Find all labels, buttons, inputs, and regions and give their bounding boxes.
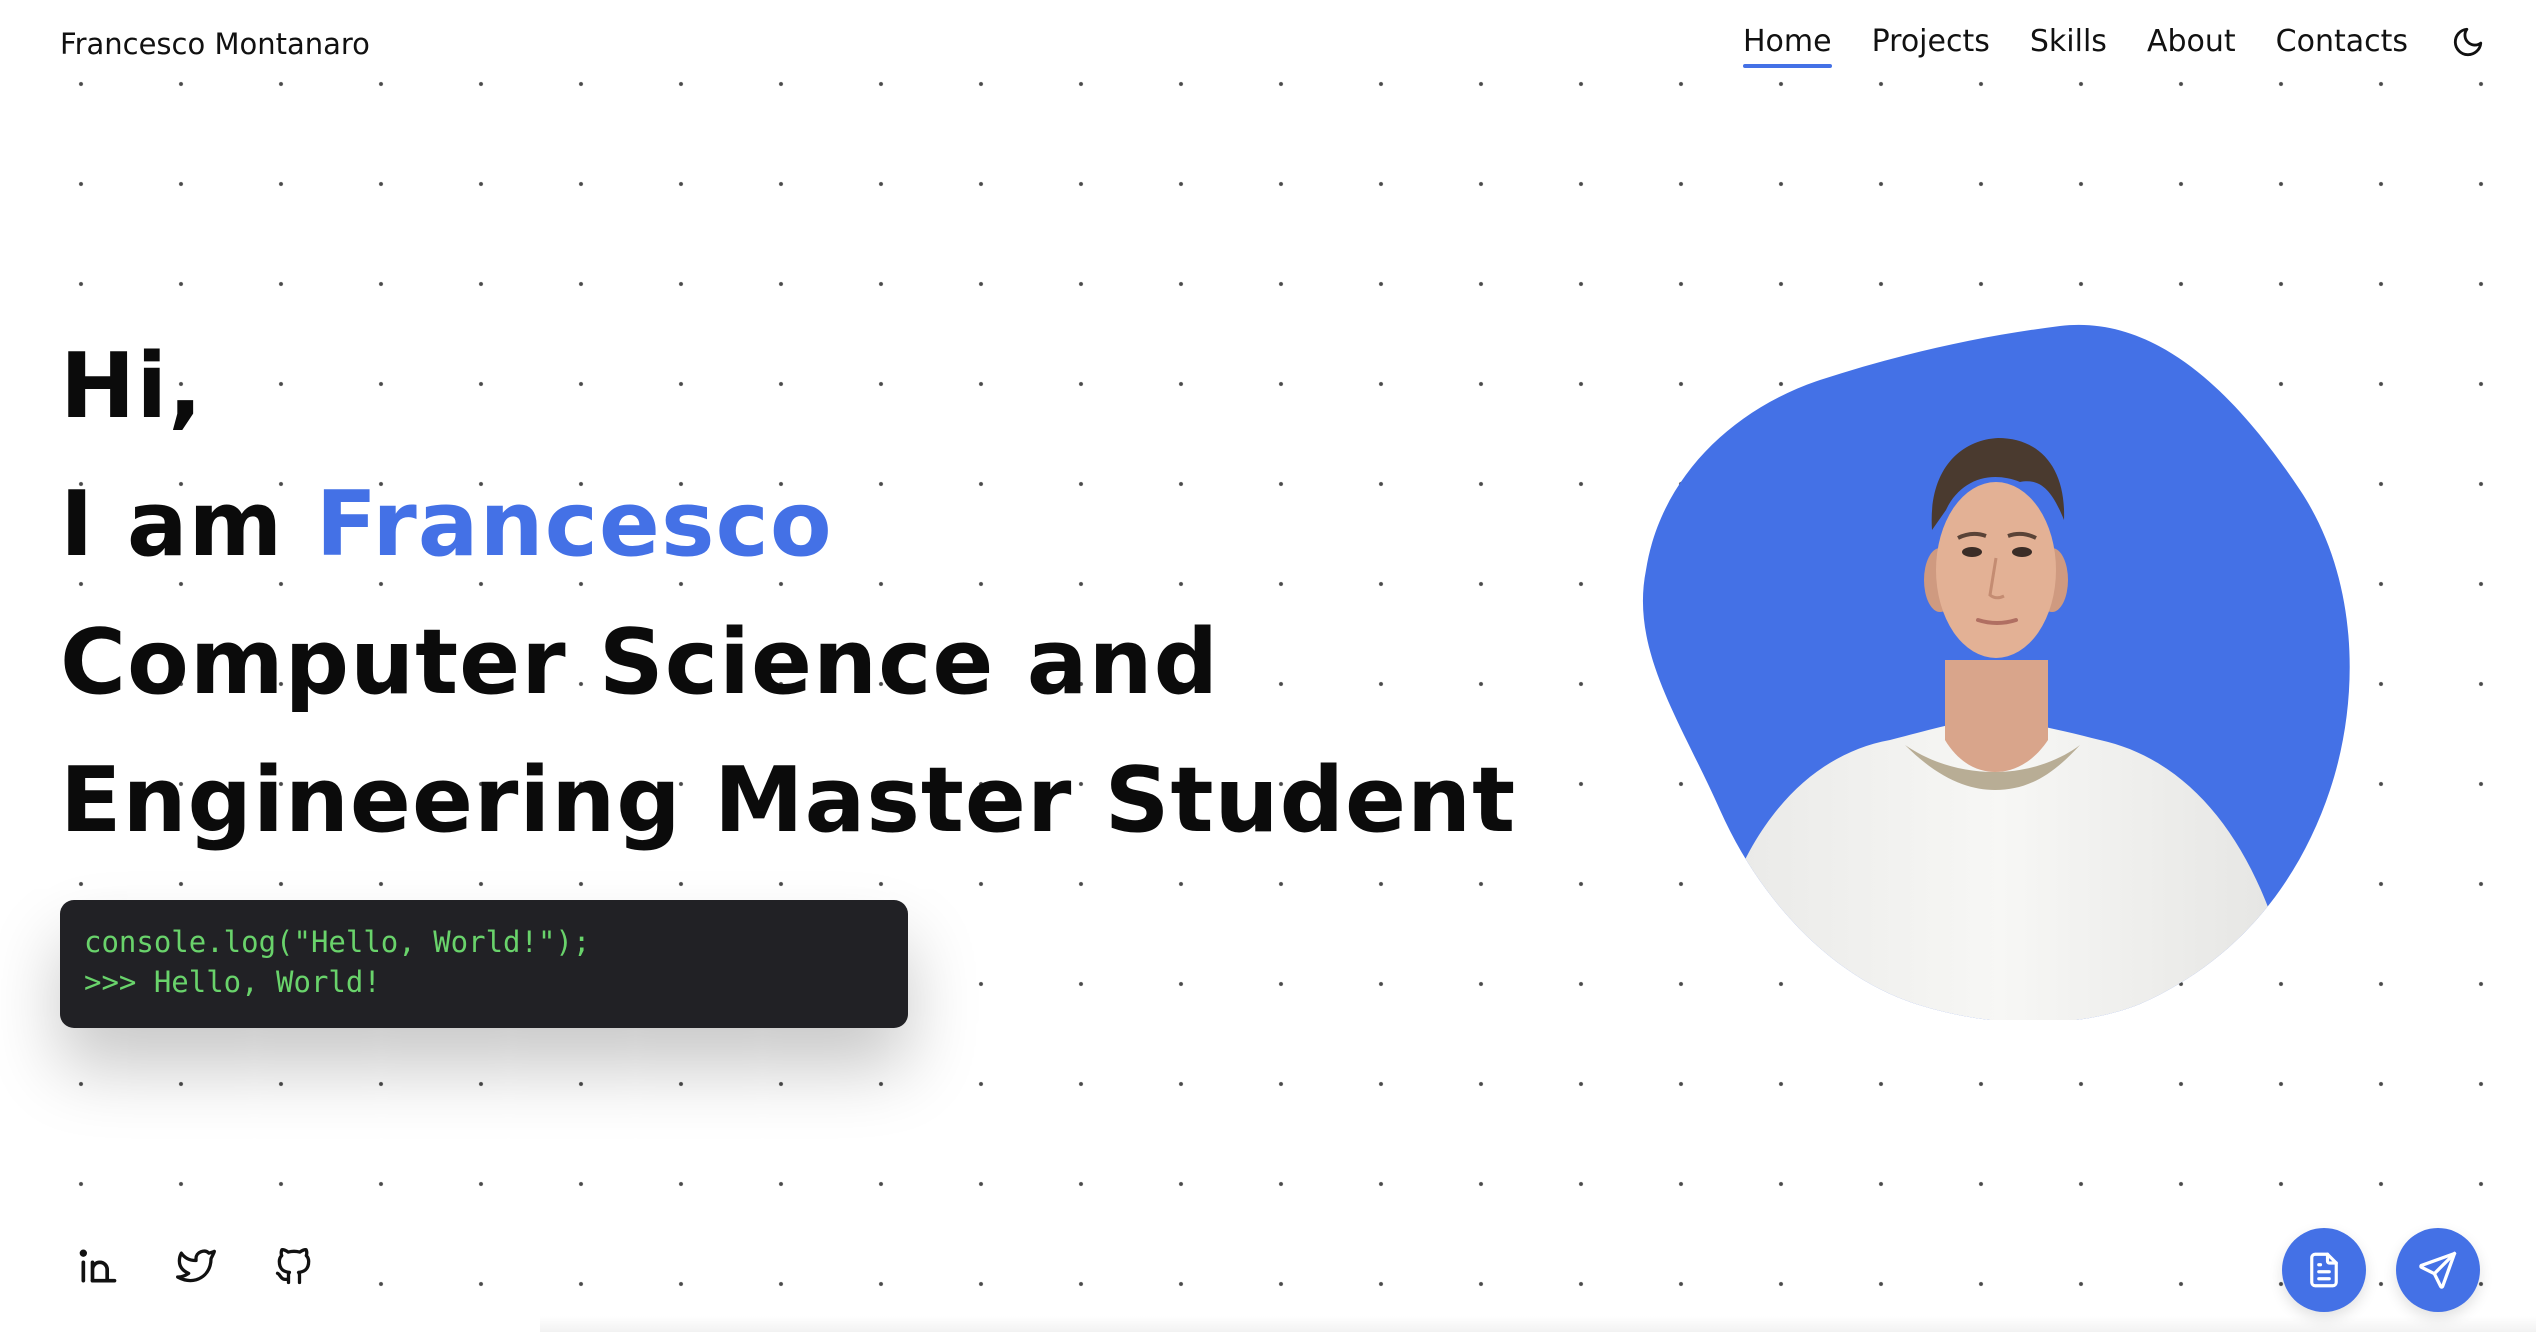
twitter-link[interactable] bbox=[170, 1240, 222, 1292]
github-link[interactable] bbox=[268, 1240, 320, 1292]
document-icon bbox=[2310, 1252, 2338, 1288]
theme-toggle-button[interactable] bbox=[2448, 22, 2488, 62]
send-icon bbox=[2419, 1251, 2457, 1289]
resume-button[interactable] bbox=[2282, 1228, 2366, 1312]
contact-button[interactable] bbox=[2396, 1228, 2480, 1312]
twitter-icon bbox=[176, 1249, 216, 1283]
code-snippet: console.log("Hello, World!"); >>> Hello,… bbox=[60, 900, 908, 1028]
social-links bbox=[72, 1240, 320, 1292]
hero-greeting: Hi, bbox=[60, 334, 204, 439]
hero-heading: Hi, I am Francesco Computer Science and … bbox=[60, 318, 1516, 870]
hero-intro-prefix: I am bbox=[60, 472, 316, 577]
nav-item-contacts[interactable]: Contacts bbox=[2276, 22, 2408, 62]
hero-intro: I am Francesco bbox=[60, 456, 1516, 594]
main-nav: Home Projects Skills About Contacts bbox=[1735, 22, 2488, 68]
nav-item-skills[interactable]: Skills bbox=[2030, 22, 2107, 62]
nav-item-projects[interactable]: Projects bbox=[1872, 22, 1990, 62]
moon-icon bbox=[2453, 27, 2483, 57]
code-line-1: console.log("Hello, World!"); bbox=[84, 925, 591, 959]
hero-role-line2: Engineering Master Student bbox=[60, 748, 1517, 853]
nav-item-home[interactable]: Home bbox=[1743, 22, 1832, 68]
linkedin-icon bbox=[79, 1249, 117, 1283]
profile-portrait bbox=[1640, 320, 2350, 1020]
nav-item-about[interactable]: About bbox=[2147, 22, 2236, 62]
hero-role-line1: Computer Science and bbox=[60, 610, 1220, 715]
page-bottom-shadow bbox=[540, 1316, 2536, 1332]
github-icon bbox=[275, 1247, 311, 1285]
linkedin-link[interactable] bbox=[72, 1240, 124, 1292]
code-line-2: >>> Hello, World! bbox=[84, 965, 381, 999]
site-brand[interactable]: Francesco Montanaro bbox=[60, 24, 376, 64]
hero-name: Francesco bbox=[315, 472, 833, 577]
